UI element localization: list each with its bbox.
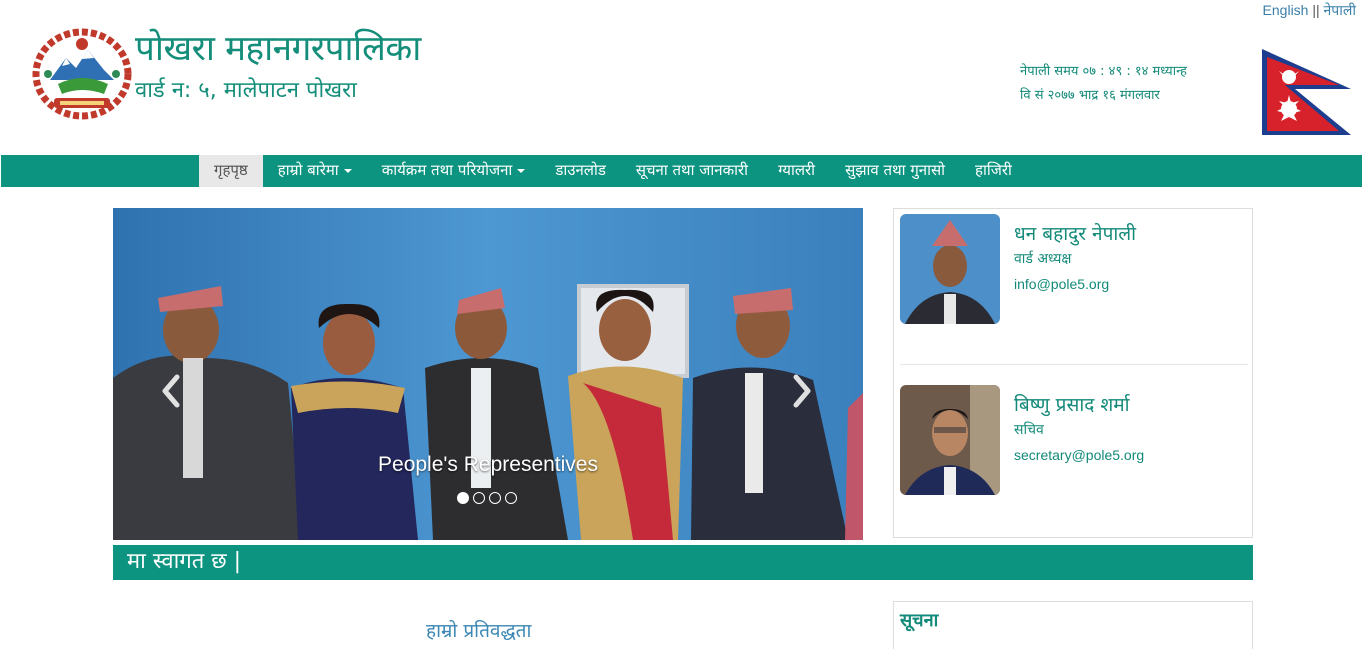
notice-heading: सूचना xyxy=(900,610,939,631)
nav-item[interactable]: कार्यक्रम तथा परियोजना xyxy=(367,155,541,187)
nepali-time: नेपाली समय ०७ : ४९ : १४ मध्यान्ह xyxy=(1020,64,1187,79)
representatives-panel: धन बहादुर नेपाली वार्ड अध्यक्ष info@pole… xyxy=(893,208,1253,538)
site-title: पोखरा महानगरपालिका xyxy=(135,29,421,69)
notice-panel: सूचना xyxy=(893,601,1253,649)
nav-item-label: सुझाव तथा गुनासो xyxy=(845,161,946,179)
carousel-caption: People's Representives xyxy=(378,453,598,476)
nepali-date: वि सं २०७७ भाद्र १६ मंगलवार xyxy=(1020,88,1160,103)
nav-item[interactable]: गृहपृष्ठ xyxy=(199,155,263,187)
site-subtitle: वार्ड न: ५, मालेपाटन पोखरा xyxy=(135,78,357,103)
person-email[interactable]: secretary@pole5.org xyxy=(1014,447,1144,463)
nav-item-label: हाम्रो बारेमा xyxy=(277,161,339,179)
person-name: बिष्णु प्रसाद शर्मा xyxy=(1014,394,1130,416)
nav-item-label: ग्यालरी xyxy=(778,161,816,179)
nav-item-label: हाजिरी xyxy=(975,161,1012,179)
nav-item[interactable]: ग्यालरी xyxy=(763,155,830,187)
nav-item[interactable]: हाजिरी xyxy=(960,155,1027,187)
carousel-indicator-dot[interactable] xyxy=(489,492,501,504)
main-navbar: गृहपृष्ठ हाम्रो बारेमा कार्यक्रम तथा परियो… xyxy=(1,155,1362,187)
person-email[interactable]: info@pole5.org xyxy=(1014,276,1109,292)
carousel-indicator-dot[interactable] xyxy=(505,492,517,504)
nepal-emblem-logo[interactable] xyxy=(30,28,134,120)
nepali-clock: नेपाली समय ०७ : ४९ : १४ मध्यान्ह वि सं २… xyxy=(1020,60,1187,108)
carousel-indicators xyxy=(457,492,517,504)
language-switcher: English || नेपाली xyxy=(1263,1,1356,20)
caret-down-icon xyxy=(517,168,526,173)
nav-item-label: सूचना तथा जानकारी xyxy=(635,161,749,179)
carousel-slide-image xyxy=(113,208,863,540)
nav-menu: गृहपृष्ठ हाम्रो बारेमा कार्यक्रम तथा परियो… xyxy=(199,155,1027,187)
page: English || नेपाली पोखरा महानगरपालिका वार… xyxy=(0,0,1362,649)
nav-item[interactable]: हाम्रो बारेमा xyxy=(263,155,367,187)
nav-item-label: गृहपृष्ठ xyxy=(214,161,248,179)
nav-item-label: डाउनलोड xyxy=(555,161,606,179)
language-separator: || xyxy=(1312,2,1320,18)
person-name: धन बहादुर नेपाली xyxy=(1014,223,1137,245)
english-link[interactable]: English xyxy=(1263,2,1309,18)
divider xyxy=(900,364,1248,365)
photo-carousel: People's Representives xyxy=(113,208,863,540)
carousel-next-icon[interactable] xyxy=(790,373,814,409)
nav-item[interactable]: सुझाव तथा गुनासो xyxy=(830,155,960,187)
nepali-link[interactable]: नेपाली xyxy=(1324,2,1356,18)
commitment-heading: हाम्रो प्रतिवद्धता xyxy=(426,620,532,642)
person-role: वार्ड अध्यक्ष xyxy=(1014,251,1072,267)
welcome-marquee: मा स्वागत छ | xyxy=(113,545,1253,580)
nav-item[interactable]: सूचना तथा जानकारी xyxy=(621,155,763,187)
nepal-flag-image xyxy=(1262,49,1351,135)
carousel-prev-icon[interactable] xyxy=(159,373,183,409)
person-photo xyxy=(900,385,1000,495)
nav-item-label: कार्यक्रम तथा परियोजना xyxy=(381,161,513,179)
person-role: सचिव xyxy=(1014,422,1044,438)
person-photo xyxy=(900,214,1000,324)
nav-item[interactable]: डाउनलोड xyxy=(540,155,621,187)
carousel-indicator-dot[interactable] xyxy=(457,492,469,504)
caret-down-icon xyxy=(343,168,352,173)
carousel-indicator-dot[interactable] xyxy=(473,492,485,504)
